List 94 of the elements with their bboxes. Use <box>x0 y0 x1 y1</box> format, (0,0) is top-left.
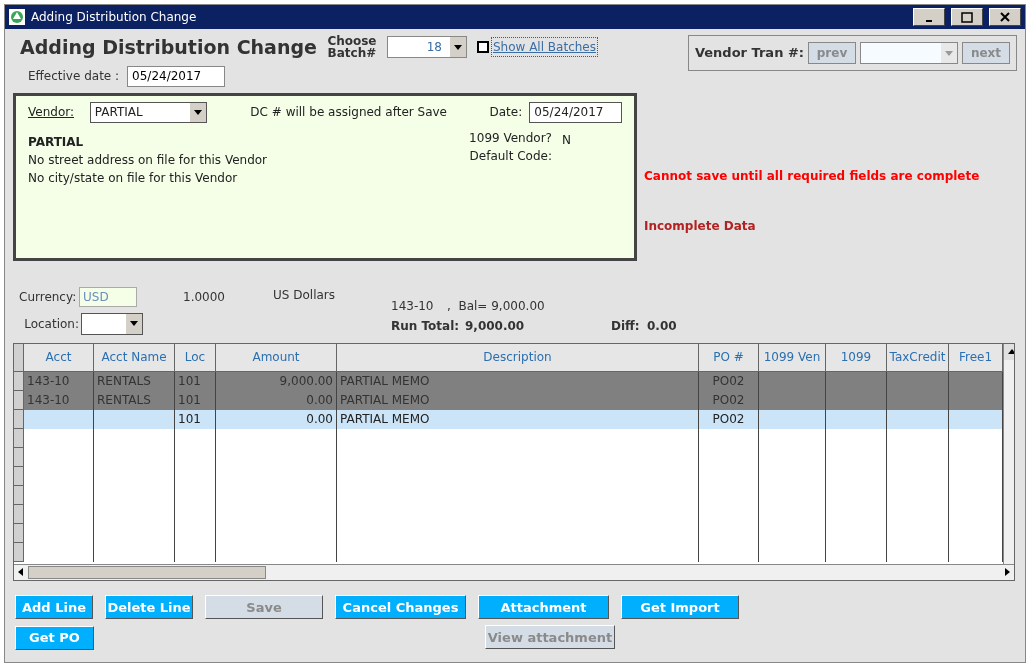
close-button[interactable] <box>989 8 1021 26</box>
table-cell: RENTALS <box>97 392 151 407</box>
horizontal-scrollbar[interactable] <box>14 563 1014 580</box>
column-header[interactable]: 1099 Ven <box>759 343 826 372</box>
column-header[interactable]: PO # <box>699 343 759 372</box>
date-field[interactable]: 05/24/2017 <box>529 101 622 123</box>
row-header[interactable] <box>14 409 24 429</box>
vendor-tran-dropdown[interactable] <box>860 42 958 64</box>
date-label: Date: <box>489 104 524 121</box>
vendor-tran-label: Vendor Tran #: <box>694 44 804 63</box>
maximize-icon <box>961 11 973 23</box>
show-all-checkbox[interactable] <box>476 41 489 54</box>
row-header[interactable] <box>14 485 24 505</box>
form-title: Adding Distribution Change <box>20 35 317 60</box>
column-header[interactable]: Acct Name <box>94 343 175 372</box>
validation-message: Incomplete Data <box>644 217 757 235</box>
location-label: Location: <box>23 315 80 333</box>
balance-account: 143-10 <box>391 297 435 315</box>
effective-date-field[interactable]: 05/24/2017 <box>127 65 226 87</box>
prev-button[interactable]: prev <box>808 42 856 64</box>
vendor-1099-value: N <box>562 131 572 149</box>
action-button[interactable]: Get Import <box>621 595 739 620</box>
diff-value: 0.00 <box>647 317 677 335</box>
vendor-label[interactable]: Vendor: <box>28 103 90 121</box>
table-cell: PO02 <box>712 392 745 407</box>
app-logo-icon <box>9 9 25 25</box>
column-header[interactable]: Free1 <box>949 343 1003 372</box>
column-header[interactable]: Loc <box>175 343 216 372</box>
column-header[interactable]: 1099 <box>826 343 887 372</box>
row-header[interactable] <box>14 504 24 524</box>
close-icon <box>1000 12 1010 22</box>
vendor-dropdown[interactable]: PARTIAL <box>89 101 208 123</box>
vendor-1099-label: 1099 Vendor? <box>469 129 552 147</box>
action-button[interactable]: View attachment <box>485 625 615 650</box>
table-cell: PO02 <box>712 373 745 388</box>
table-cell: 143-10 <box>27 392 70 407</box>
column-header[interactable]: Acct <box>24 343 94 372</box>
currency-field[interactable]: USD <box>79 286 137 307</box>
row-header[interactable] <box>14 390 24 410</box>
exchange-rate: 1.0000 <box>183 288 226 306</box>
show-all-label[interactable]: Show All Batches <box>490 37 598 58</box>
row-header[interactable] <box>14 447 24 467</box>
table-cell: PARTIAL MEMO <box>340 373 430 388</box>
vendor-name: PARTIAL <box>28 133 85 151</box>
dropdown-arrow-icon <box>453 44 462 50</box>
table-cell: 9,000.00 <box>279 373 333 388</box>
window-title: Adding Distribution Change <box>31 9 198 26</box>
table-cell: 101 <box>178 411 201 426</box>
action-button[interactable]: Cancel Changes <box>335 595 466 620</box>
default-code-label: Default Code: <box>469 147 552 165</box>
table-cell: RENTALS <box>97 373 151 388</box>
address-line: No city/state on file for this Vendor <box>28 169 239 187</box>
table-cell: 0.00 <box>306 411 333 426</box>
row-header[interactable] <box>14 371 24 391</box>
next-button[interactable]: next <box>962 42 1010 64</box>
minimize-icon <box>926 20 932 22</box>
table-cell: PO02 <box>712 411 745 426</box>
row-header[interactable] <box>14 428 24 448</box>
action-button[interactable]: Attachment <box>478 595 609 620</box>
row-header[interactable] <box>14 523 24 543</box>
column-header[interactable]: Description <box>337 343 699 372</box>
dropdown-arrow-icon <box>945 50 953 56</box>
table-cell: 101 <box>178 373 201 388</box>
column-header[interactable]: TaxCredit <box>887 343 949 372</box>
batch-dropdown[interactable]: 18 <box>386 36 467 59</box>
column-header[interactable]: Amount <box>216 343 337 372</box>
batch-label: Choose Batch# <box>326 35 377 60</box>
balance-amount: , Bal= 9,000.00 <box>447 297 545 315</box>
scroll-thumb[interactable] <box>28 565 266 579</box>
row-header[interactable] <box>14 466 24 486</box>
dc-note: DC # will be assigned after Save <box>250 104 448 121</box>
dropdown-arrow-icon <box>194 109 203 115</box>
table-cell: 143-10 <box>27 373 70 388</box>
action-button[interactable]: Save <box>205 595 323 620</box>
diff-label: Diff: <box>611 317 641 335</box>
row-header[interactable] <box>14 542 24 562</box>
action-button[interactable]: Add Line <box>15 595 93 620</box>
minimize-button[interactable] <box>913 8 945 26</box>
maximize-button[interactable] <box>951 8 983 26</box>
address-line: No street address on file for this Vendor <box>28 151 269 169</box>
run-total-label: Run Total: <box>391 317 461 335</box>
validation-message: Cannot save until all required fields are complete <box>644 167 980 185</box>
run-total-value: 9,000.00 <box>465 317 526 335</box>
dropdown-arrow-icon <box>130 321 138 326</box>
location-dropdown[interactable] <box>81 312 143 335</box>
effective-date-label: Effective date : <box>28 68 120 85</box>
table-cell: 101 <box>178 392 201 407</box>
currency-name: US Dollars <box>273 286 335 304</box>
action-button[interactable]: Get PO <box>15 626 94 650</box>
action-button[interactable]: Delete Line <box>105 595 193 620</box>
currency-label: Currency: <box>19 288 78 306</box>
table-cell: PARTIAL MEMO <box>340 411 430 426</box>
table-cell: PARTIAL MEMO <box>340 392 430 407</box>
table-cell: 0.00 <box>306 392 333 407</box>
